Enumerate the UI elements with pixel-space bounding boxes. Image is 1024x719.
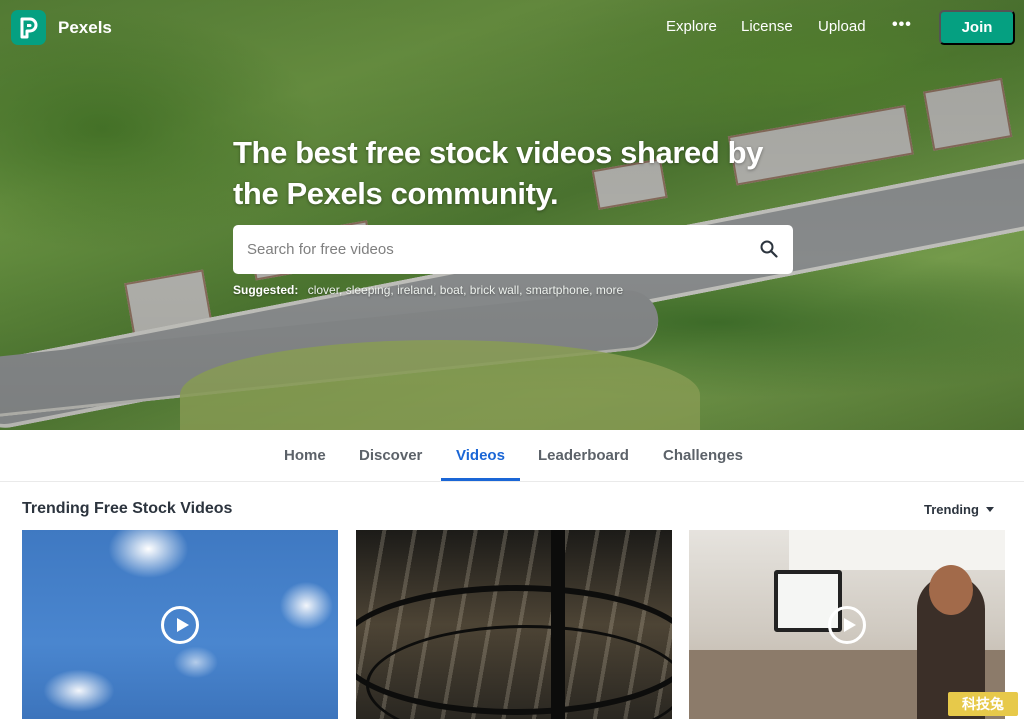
brand-name[interactable]: Pexels	[58, 18, 112, 38]
tab-videos[interactable]: Videos	[456, 447, 505, 464]
hero-headline: The best free stock videos shared by the…	[233, 135, 764, 211]
play-icon[interactable]	[828, 605, 866, 644]
search-bar	[233, 225, 793, 274]
pexels-logo-icon	[20, 17, 37, 38]
pexels-logo[interactable]	[11, 10, 46, 45]
nav-license[interactable]: License	[741, 18, 793, 35]
watermark-badge: 科技兔	[948, 692, 1018, 716]
suggested-tags[interactable]: clover, sleeping, ireland, boat, brick w…	[308, 283, 624, 297]
join-button[interactable]: Join	[939, 10, 1015, 45]
active-tab-indicator	[441, 478, 520, 481]
search-input[interactable]	[247, 225, 747, 274]
top-navigation: Pexels Explore License Upload ••• Join	[0, 0, 1024, 56]
suggested-label: Suggested:	[233, 283, 299, 297]
chevron-down-icon[interactable]	[986, 507, 994, 512]
category-tabs: Home Discover Videos Leaderboard Challen…	[0, 430, 1024, 482]
tab-discover[interactable]: Discover	[359, 447, 422, 464]
video-card-sky[interactable]	[22, 530, 338, 719]
section-title: Trending Free Stock Videos	[22, 500, 233, 517]
suggested-searches: Suggested: clover, sleeping, ireland, bo…	[233, 283, 623, 297]
video-card-staircase[interactable]	[356, 530, 672, 719]
hero-banner	[0, 0, 1024, 430]
tab-challenges[interactable]: Challenges	[663, 447, 743, 464]
tab-home[interactable]: Home	[284, 447, 326, 464]
sort-dropdown[interactable]: Trending	[924, 502, 979, 517]
video-card-office[interactable]	[689, 530, 1005, 719]
play-icon[interactable]	[161, 605, 199, 644]
more-menu-icon[interactable]: •••	[892, 16, 912, 34]
nav-upload[interactable]: Upload	[818, 18, 866, 35]
nav-explore[interactable]: Explore	[666, 18, 717, 35]
tab-leaderboard[interactable]: Leaderboard	[538, 447, 629, 464]
search-icon[interactable]	[759, 239, 779, 259]
